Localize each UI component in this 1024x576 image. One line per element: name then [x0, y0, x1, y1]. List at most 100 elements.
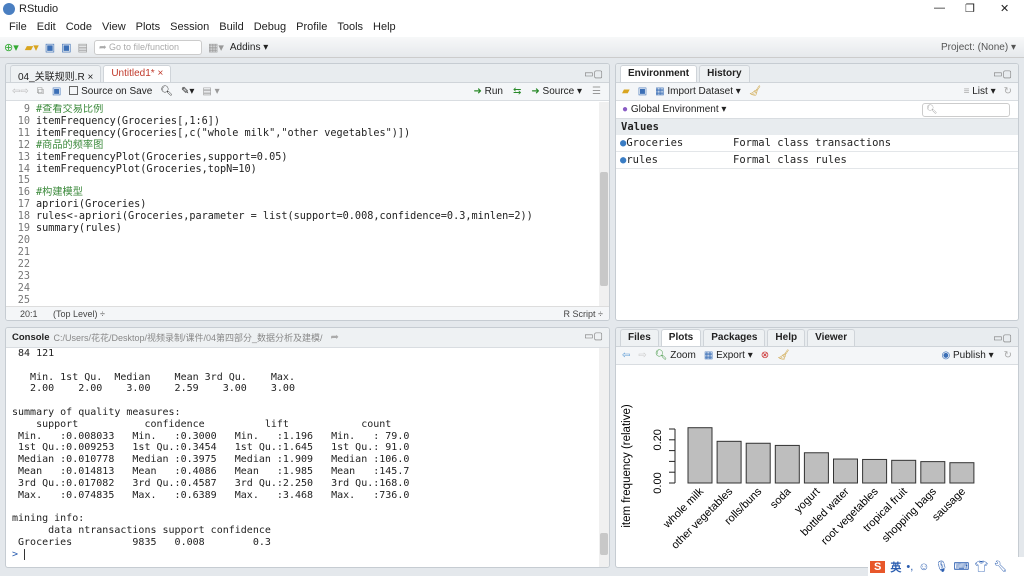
code-editor[interactable]: 9 #查看交易比例 10 itemFrequency(Groceries[,1:6])… — [6, 104, 598, 306]
pane-minmax-icon[interactable]: ▭▢ — [584, 331, 603, 342]
console-scrollbar[interactable] — [599, 348, 609, 567]
print-icon[interactable]: ▤ — [78, 41, 88, 54]
env-row-rules[interactable]: ●rules Formal class rules — [616, 152, 1018, 169]
tab-packages[interactable]: Packages — [703, 329, 766, 346]
menu-build[interactable]: Build — [214, 18, 248, 37]
code-line: 23 — [6, 271, 598, 283]
goto-dir-icon[interactable]: ➦ — [331, 332, 339, 343]
cursor-position: 20:1 — [20, 309, 38, 319]
back-icon[interactable]: ⇦⇨ — [12, 86, 29, 97]
console-prompt[interactable]: > — [12, 548, 597, 561]
new-file-icon[interactable]: ⊕▾ — [4, 41, 19, 54]
files-tabs: Files Plots Packages Help Viewer ▭▢ — [616, 328, 1018, 347]
menu-profile[interactable]: Profile — [291, 18, 332, 37]
emoji-icon[interactable]: ☺ — [918, 561, 929, 573]
console-output[interactable]: 84 121 Min. 1st Qu. Median Mean 3rd Qu. … — [12, 348, 597, 566]
pane-minmax-icon[interactable]: ▭▢ — [993, 333, 1012, 344]
save-icon[interactable]: ▣ — [45, 41, 55, 54]
menu-session[interactable]: Session — [165, 18, 214, 37]
search-icon[interactable]: 🔍︎ — [160, 86, 173, 97]
bar-yogurt — [803, 452, 829, 484]
scope-selector[interactable]: (Top Level) ÷ — [53, 309, 105, 319]
microphone-icon[interactable]: 🎙︎ — [935, 560, 949, 573]
tab-files[interactable]: Files — [620, 329, 659, 346]
code-text: itemFrequency(Groceries[,c("whole milk",… — [36, 127, 411, 139]
rerun-icon[interactable]: ⇆ — [513, 86, 521, 97]
compile-icon[interactable]: ▤ ▾ — [202, 86, 219, 97]
save-all-icon[interactable]: ▣ — [61, 41, 71, 54]
run-button[interactable]: ➜ Run — [473, 86, 503, 97]
source-on-save-checkbox[interactable]: Source on Save — [69, 86, 152, 97]
goto-file-input[interactable]: ➦ Go to file/function — [93, 39, 202, 55]
code-line: 14 itemFrequencyPlot(Groceries,topN=10) — [6, 164, 598, 176]
menu-edit[interactable]: Edit — [32, 18, 61, 37]
wand-icon[interactable]: ✎▾ — [181, 86, 194, 97]
tab-environment[interactable]: Environment — [620, 65, 698, 82]
console-line: Min. 1st Qu. Median Mean 3rd Qu. Max. — [12, 371, 301, 383]
close-button[interactable]: ✕ — [1000, 2, 1009, 15]
code-line: 16 #构建模型 — [6, 187, 598, 199]
env-name: Groceries — [626, 137, 684, 149]
punctuation-icon[interactable]: •, — [906, 561, 913, 573]
save-workspace-icon[interactable]: ▣ — [638, 86, 647, 97]
grid-layout-icon[interactable]: ▦▾ — [208, 41, 224, 54]
maximize-button[interactable]: ❐ — [965, 2, 975, 15]
menu-tools[interactable]: Tools — [332, 18, 368, 37]
wrench-icon[interactable]: 🔧︎ — [993, 560, 1007, 573]
zoom-button[interactable]: 🔍︎ Zoom — [655, 350, 696, 361]
pane-minmax-icon[interactable]: ▭▢ — [584, 69, 603, 80]
remove-plot-icon[interactable]: ⊗ — [761, 350, 769, 361]
line-number: 11 — [17, 127, 30, 139]
keyboard-icon[interactable]: ⌨ — [953, 560, 969, 573]
console-line: support confidence lift count — [12, 418, 428, 430]
addins-menu[interactable]: Addins ▾ — [230, 42, 268, 53]
refresh-icon[interactable]: ↻ — [1004, 86, 1012, 97]
pane-minmax-icon[interactable]: ▭▢ — [993, 69, 1012, 80]
export-menu[interactable]: ▦ Export ▾ — [704, 350, 753, 361]
y-tick-label: 0.20 — [652, 429, 664, 450]
environment-search-input[interactable]: 🔍︎ — [922, 102, 1010, 117]
outline-icon[interactable]: ☰ — [592, 86, 601, 97]
menu-file[interactable]: File — [4, 18, 32, 37]
editor-scrollbar[interactable] — [599, 102, 609, 306]
code-line: 18 rules<-apriori(Groceries,parameter = l… — [6, 211, 598, 223]
line-number: 16 — [17, 187, 30, 199]
menu-view[interactable]: View — [97, 18, 131, 37]
plots-pane: Files Plots Packages Help Viewer ▭▢ ⇦ ⇨ 🔍︎ Zo… — [615, 327, 1019, 568]
menu-code[interactable]: Code — [61, 18, 97, 37]
console-line: mining info: — [12, 513, 85, 525]
line-number: 23 — [17, 270, 30, 282]
tab-help[interactable]: Help — [767, 329, 806, 346]
prev-plot-icon[interactable]: ⇦ — [622, 350, 630, 361]
tab-04-rules[interactable]: 04_关联规则.R × — [10, 65, 102, 83]
refresh-icon[interactable]: ↻ — [1004, 350, 1012, 361]
env-row-groceries[interactable]: ●Groceries Formal class transactions — [616, 135, 1018, 152]
skin-shirt-icon[interactable]: 👕︎ — [974, 560, 988, 573]
ime-language[interactable]: 英 — [890, 559, 901, 575]
minimize-button[interactable]: — — [934, 2, 945, 14]
menu-plots[interactable]: Plots — [131, 18, 165, 37]
load-workspace-icon[interactable]: ▰ — [622, 86, 630, 97]
clear-plots-broom-icon[interactable]: 🧹︎ — [777, 350, 790, 361]
menu-help[interactable]: Help — [368, 18, 401, 37]
clear-broom-icon[interactable]: 🧹︎ — [749, 86, 762, 97]
code-text: rules<-apriori(Groceries,parameter = lis… — [36, 211, 533, 223]
show-in-window-icon[interactable]: ⧉ — [37, 86, 44, 97]
save-icon[interactable]: ▣ — [52, 86, 61, 97]
source-button[interactable]: ➜ Source ▾ — [531, 86, 582, 97]
tab-history[interactable]: History — [699, 65, 750, 82]
global-env-menu[interactable]: ● Global Environment ▾ — [622, 104, 726, 115]
menu-debug[interactable]: Debug — [249, 18, 291, 37]
tab-untitled1[interactable]: Untitled1* × — [103, 65, 172, 82]
file-type-selector[interactable]: R Script ÷ — [564, 309, 603, 319]
tab-viewer[interactable]: Viewer — [807, 329, 856, 346]
list-view-menu[interactable]: ≡ List ▾ — [964, 86, 996, 97]
open-file-icon[interactable]: ▰▾ — [25, 41, 39, 54]
project-menu[interactable]: Project: (None) ▾ — [941, 42, 1016, 53]
y-tick-label: 0.00 — [652, 472, 664, 493]
tab-plots[interactable]: Plots — [660, 329, 702, 346]
publish-menu[interactable]: ◉ Publish ▾ — [941, 350, 993, 361]
next-plot-icon[interactable]: ⇨ — [638, 350, 646, 361]
import-dataset-menu[interactable]: ▦ Import Dataset ▾ — [655, 86, 741, 97]
